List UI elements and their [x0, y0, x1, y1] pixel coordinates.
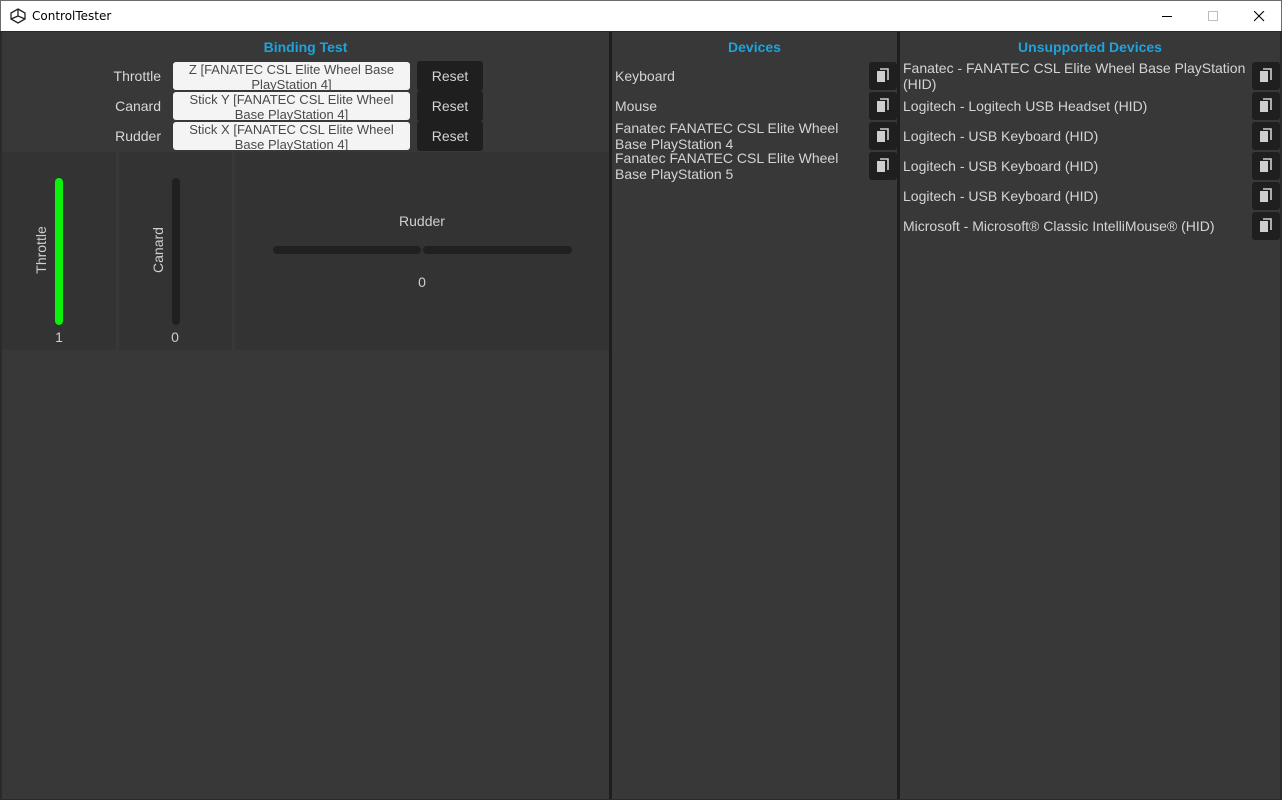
canard-axis-label: Canard [150, 227, 166, 273]
unsupported-device-row: Logitech - Logitech USB Headset (HID) [900, 91, 1280, 121]
unsupported-device-row: Logitech - USB Keyboard (HID) [900, 151, 1280, 181]
copy-icon [877, 98, 889, 112]
maximize-button[interactable] [1190, 1, 1236, 31]
copy-button[interactable] [1252, 152, 1280, 180]
binding-label: Throttle [113, 68, 161, 84]
throttle-visualizer: Throttle 1 [2, 152, 116, 350]
device-row: Keyboard [612, 61, 897, 91]
minimize-icon [1162, 16, 1172, 17]
canard-value: 0 [171, 329, 179, 345]
binding-label: Rudder [115, 128, 161, 144]
canard-visualizer: Canard 0 [119, 152, 232, 350]
copy-icon [877, 158, 889, 172]
title-bar[interactable]: ControlTester [0, 0, 1282, 31]
device-name: Microsoft - Microsoft® Classic IntelliMo… [903, 218, 1215, 234]
device-name: Mouse [615, 98, 658, 114]
unity-logo-icon [10, 8, 26, 24]
rudder-value: 0 [418, 274, 426, 290]
devices-title: Devices [728, 39, 781, 55]
window-title: ControlTester [32, 9, 112, 23]
device-name: Logitech - USB Keyboard (HID) [903, 188, 1099, 204]
unsupported-device-row: Logitech - USB Keyboard (HID) [900, 181, 1280, 211]
canard-track [172, 178, 180, 325]
rudder-visualizer: Rudder 0 [235, 152, 609, 350]
device-name: Fanatec - FANATEC CSL Elite Wheel Base P… [903, 60, 1246, 92]
device-name: Fanatec FANATEC CSL Elite Wheel Base Pla… [615, 120, 839, 152]
device-name: Logitech - USB Keyboard (HID) [903, 128, 1099, 144]
close-icon [1254, 11, 1265, 22]
unsupported-devices-panel: Unsupported Devices Fanatec - FANATEC CS… [900, 32, 1280, 799]
binding-test-title: Binding Test [263, 39, 348, 55]
copy-icon [1260, 158, 1272, 172]
binding-field[interactable]: Stick X [FANATEC CSL Elite Wheel Base Pl… [173, 122, 410, 150]
close-button[interactable] [1236, 1, 1282, 31]
binding-row-throttle: Throttle Z [FANATEC CSL Elite Wheel Base… [2, 61, 602, 91]
throttle-axis-label: Throttle [33, 226, 49, 274]
device-name: Logitech - USB Keyboard (HID) [903, 158, 1099, 174]
minimize-button[interactable] [1144, 1, 1190, 31]
copy-icon [1260, 218, 1272, 232]
throttle-value: 1 [55, 329, 63, 345]
copy-button[interactable] [1252, 212, 1280, 240]
throttle-track [55, 178, 63, 325]
device-name: Keyboard [615, 68, 675, 84]
binding-label: Canard [115, 98, 161, 114]
binding-field[interactable]: Stick Y [FANATEC CSL Elite Wheel Base Pl… [173, 92, 410, 120]
copy-button[interactable] [1252, 92, 1280, 120]
throttle-fill-bar [55, 178, 63, 325]
copy-button[interactable] [869, 152, 897, 180]
maximize-icon [1208, 11, 1218, 21]
device-name: Logitech - Logitech USB Headset (HID) [903, 98, 1148, 114]
devices-panel: Devices Keyboard Mouse Fanatec FANATEC C… [612, 32, 897, 799]
copy-button[interactable] [1252, 62, 1280, 90]
rudder-track-right [423, 246, 572, 254]
reset-button[interactable]: Reset [417, 61, 483, 91]
rudder-track-left [273, 246, 421, 254]
device-row: Fanatec FANATEC CSL Elite Wheel Base Pla… [612, 120, 897, 152]
copy-button[interactable] [1252, 182, 1280, 210]
copy-icon [1260, 188, 1272, 202]
copy-button[interactable] [869, 122, 897, 150]
unsupported-device-row: Microsoft - Microsoft® Classic IntelliMo… [900, 211, 1280, 241]
binding-field[interactable]: Z [FANATEC CSL Elite Wheel Base PlayStat… [173, 62, 410, 90]
device-row: Mouse [612, 91, 897, 121]
unsupported-device-row: Logitech - USB Keyboard (HID) [900, 121, 1280, 151]
copy-icon [877, 128, 889, 142]
copy-icon [1260, 68, 1272, 82]
device-name: Fanatec FANATEC CSL Elite Wheel Base Pla… [615, 150, 839, 182]
unsupported-devices-title: Unsupported Devices [1018, 39, 1162, 55]
binding-row-rudder: Rudder Stick X [FANATEC CSL Elite Wheel … [2, 121, 602, 151]
copy-button[interactable] [869, 62, 897, 90]
copy-button[interactable] [1252, 122, 1280, 150]
reset-button[interactable]: Reset [417, 121, 483, 151]
copy-icon [1260, 98, 1272, 112]
rudder-axis-label: Rudder [399, 213, 445, 229]
binding-row-canard: Canard Stick Y [FANATEC CSL Elite Wheel … [2, 91, 602, 121]
unsupported-device-row: Fanatec - FANATEC CSL Elite Wheel Base P… [900, 60, 1280, 92]
binding-test-panel: Binding Test Throttle Z [FANATEC CSL Eli… [2, 32, 609, 799]
copy-button[interactable] [869, 92, 897, 120]
reset-button[interactable]: Reset [417, 91, 483, 121]
device-row: Fanatec FANATEC CSL Elite Wheel Base Pla… [612, 150, 897, 182]
copy-icon [877, 68, 889, 82]
copy-icon [1260, 128, 1272, 142]
